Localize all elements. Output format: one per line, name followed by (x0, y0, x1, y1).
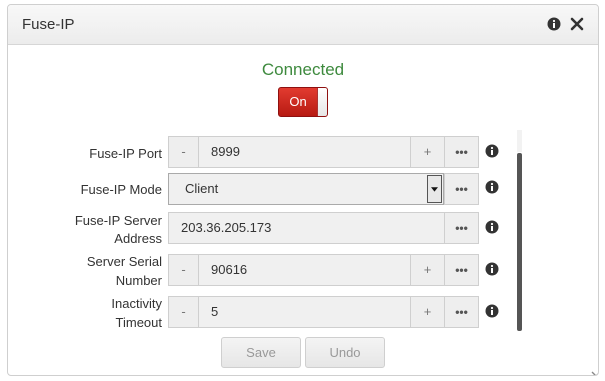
save-button[interactable]: Save (221, 337, 301, 368)
power-toggle[interactable]: On (278, 87, 328, 117)
server-address-label-line2: Address (114, 231, 162, 246)
toggle-knob (317, 88, 327, 116)
inactivity-label-line1: Inactivity (111, 296, 162, 311)
panel-header: Fuse-IP (8, 5, 598, 45)
serial-increment-button[interactable]: + (411, 255, 445, 285)
inactivity-label-line2: Timeout (115, 315, 162, 330)
inactivity-increment-button[interactable]: + (411, 297, 445, 327)
serial-decrement-button[interactable]: - (169, 255, 199, 285)
info-icon[interactable] (485, 144, 499, 158)
info-icon[interactable] (485, 304, 499, 318)
info-icon[interactable] (485, 220, 499, 234)
mode-label: Fuse-IP Mode (80, 182, 162, 197)
info-icon[interactable] (485, 180, 499, 194)
inactivity-input[interactable]: 5 (199, 297, 411, 327)
info-icon[interactable] (485, 262, 499, 276)
port-decrement-button[interactable]: - (169, 137, 199, 167)
port-label: Fuse-IP Port (89, 146, 162, 161)
port-more-button[interactable]: ••• (445, 137, 478, 167)
undo-button[interactable]: Undo (305, 337, 385, 368)
inactivity-stepper: - 5 + ••• (168, 296, 479, 328)
port-stepper: - 8999 + ••• (168, 136, 479, 168)
info-icon[interactable] (547, 17, 561, 31)
close-icon[interactable] (570, 17, 584, 31)
port-increment-button[interactable]: + (411, 137, 445, 167)
scrollbar-thumb[interactable] (517, 153, 522, 331)
panel-title: Fuse-IP (22, 16, 75, 33)
scrollbar-track[interactable] (517, 130, 522, 152)
serial-label-line2: Number (115, 273, 162, 288)
chevron-down-icon[interactable] (591, 369, 599, 376)
mode-select-value: Client (185, 181, 219, 196)
serial-stepper: - 90616 + ••• (168, 254, 479, 286)
connection-status: Connected (261, 60, 345, 79)
serial-label-line1: Server Serial (86, 254, 162, 269)
server-address-field: 203.36.205.173 ••• (168, 212, 479, 244)
fuse-ip-panel: Fuse-IP Connected On Fuse-IP Port - 8999… (7, 4, 599, 376)
serial-more-button[interactable]: ••• (445, 255, 478, 285)
server-address-more-button[interactable]: ••• (445, 213, 478, 243)
serial-input[interactable]: 90616 (199, 255, 411, 285)
inactivity-decrement-button[interactable]: - (169, 297, 199, 327)
chevron-down-icon[interactable] (427, 175, 442, 203)
mode-more-box: ••• (444, 173, 479, 205)
power-toggle-label: On (289, 94, 307, 109)
mode-more-button[interactable]: ••• (445, 174, 478, 204)
mode-select[interactable]: Client (168, 173, 444, 205)
server-address-input[interactable]: 203.36.205.173 (169, 213, 445, 243)
inactivity-more-button[interactable]: ••• (445, 297, 478, 327)
port-input[interactable]: 8999 (199, 137, 411, 167)
